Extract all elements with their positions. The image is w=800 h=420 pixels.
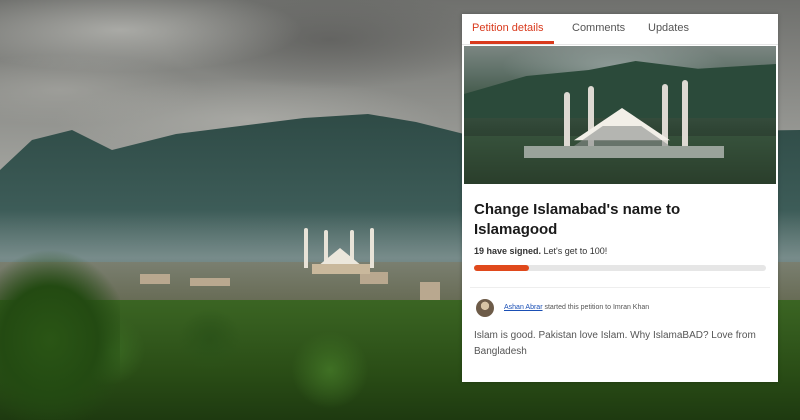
signature-status: 19 have signed. Let's get to 100!: [474, 246, 607, 256]
starter-line: Ashan Abrar started this petition to Imr…: [504, 304, 649, 311]
faisal-mosque: [296, 226, 386, 276]
starter-name-link[interactable]: Ashan Abrar: [504, 304, 543, 311]
active-tab-indicator: [470, 41, 554, 44]
divider: [470, 287, 770, 288]
tab-petition-details[interactable]: Petition details: [472, 22, 544, 34]
tree-left: [0, 250, 120, 420]
starter-text: started this petition to Imran Khan: [544, 304, 650, 311]
progress-fill: [474, 265, 530, 271]
signed-count: 19 have signed.: [474, 246, 542, 256]
petition-image: [464, 46, 776, 184]
tab-comments[interactable]: Comments: [572, 22, 625, 34]
petition-card: Petition details Comments Updates Change…: [462, 14, 778, 382]
petition-title: Change Islamabad's name to Islamagood: [474, 201, 681, 238]
tab-bar: Petition details Comments Updates: [462, 14, 778, 45]
tab-updates[interactable]: Updates: [648, 22, 689, 34]
goal-text: Let's get to 100!: [543, 246, 608, 256]
petition-body: Islam is good. Pakistan love Islam. Why …: [474, 330, 756, 357]
avatar[interactable]: [476, 299, 494, 317]
signature-progress-bar: [474, 265, 766, 271]
